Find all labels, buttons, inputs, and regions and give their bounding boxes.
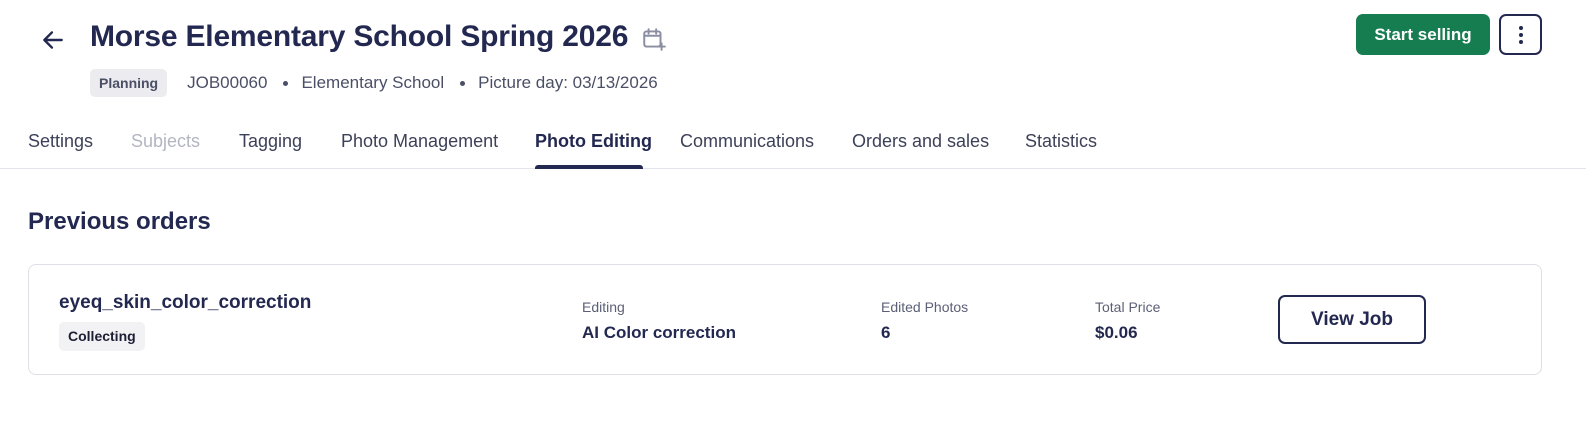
- start-selling-button[interactable]: Start selling: [1356, 14, 1490, 55]
- job-id: JOB00060: [187, 73, 268, 92]
- arrow-left-icon: [43, 31, 63, 49]
- order-status-badge: Collecting: [59, 322, 145, 351]
- editing-label: Editing: [582, 299, 625, 315]
- tab-orders-and-sales[interactable]: Orders and sales: [852, 131, 989, 152]
- total-price-label: Total Price: [1095, 299, 1161, 315]
- section-title: Previous orders: [28, 208, 211, 235]
- edited-photos-value: 6: [881, 323, 891, 342]
- calendar-plus-icon[interactable]: [641, 26, 667, 52]
- tab-tagging[interactable]: Tagging: [239, 131, 302, 152]
- back-button[interactable]: [38, 25, 68, 55]
- order-card: eyeq_skin_color_correction Collecting Ed…: [28, 264, 1542, 375]
- school-type: Elementary School: [301, 73, 445, 92]
- tab-photo-management[interactable]: Photo Management: [341, 131, 498, 152]
- tab-subjects: Subjects: [131, 131, 201, 151]
- active-tab-indicator: [535, 165, 643, 169]
- tab-settings[interactable]: Settings: [28, 131, 93, 152]
- job-meta: Planning JOB00060 Elementary School Pict…: [90, 69, 658, 97]
- total-price-value: $0.06: [1095, 323, 1138, 342]
- editing-value: AI Color correction: [582, 323, 736, 342]
- more-options-button[interactable]: [1499, 14, 1542, 55]
- status-badge: Planning: [90, 69, 168, 97]
- tab-bar: Settings Subjects Tagging Photo Manageme…: [0, 118, 1586, 169]
- edited-photos-label: Edited Photos: [881, 299, 969, 315]
- page-header: Morse Elementary School Spring 2026 Plan…: [0, 0, 1586, 112]
- tab-photo-editing[interactable]: Photo Editing: [535, 131, 652, 152]
- order-name: eyeq_skin_color_correction: [59, 292, 312, 313]
- picture-day: Picture day: 03/13/2026: [478, 73, 658, 92]
- view-job-button[interactable]: View Job: [1278, 295, 1426, 344]
- separator-dot: [460, 80, 466, 86]
- separator-dot: [283, 80, 289, 86]
- page-title: Morse Elementary School Spring 2026: [90, 20, 629, 53]
- tab-communications[interactable]: Communications: [680, 131, 814, 152]
- more-vertical-icon: [1518, 25, 1523, 44]
- tab-statistics[interactable]: Statistics: [1025, 131, 1097, 152]
